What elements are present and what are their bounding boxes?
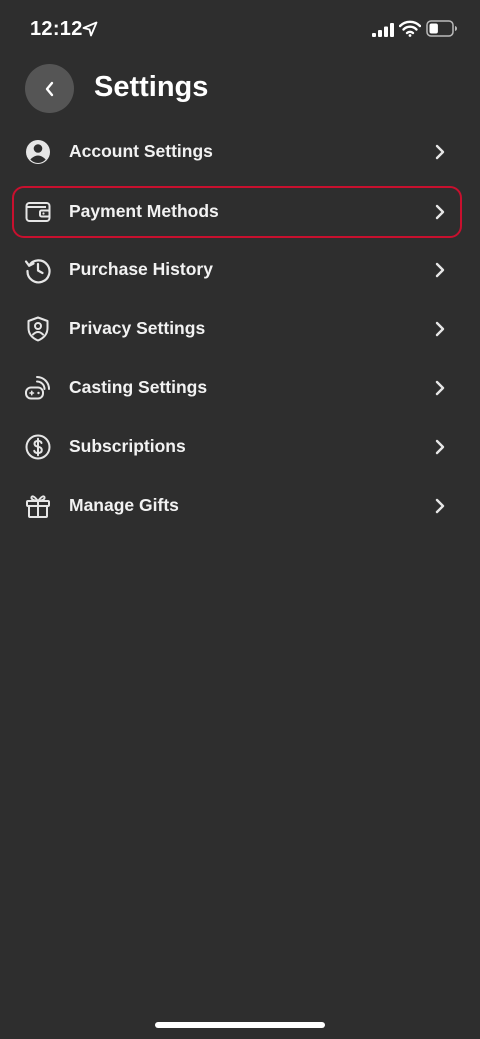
- chevron-right-icon: [435, 262, 445, 278]
- status-time: 12:12: [30, 18, 83, 40]
- location-arrow-icon: [82, 21, 98, 37]
- chevron-right-icon: [435, 321, 445, 337]
- shield-person-icon: [27, 316, 49, 342]
- menu-item-casting-settings[interactable]: Casting Settings: [12, 362, 462, 414]
- status-bar: 12:12: [0, 0, 480, 60]
- person-circle-icon: [26, 140, 50, 164]
- chevron-right-icon: [435, 204, 445, 220]
- page-title: Settings: [94, 71, 209, 103]
- battery-icon: [426, 20, 457, 37]
- menu-item-payment-methods[interactable]: Payment Methods: [12, 186, 462, 238]
- chevron-right-icon: [435, 380, 445, 396]
- chevron-left-icon: [45, 81, 53, 96]
- header: Settings: [0, 60, 480, 120]
- menu-item-purchase-history[interactable]: Purchase History: [12, 244, 462, 296]
- menu-item-label: Privacy Settings: [69, 318, 206, 338]
- menu-item-manage-gifts[interactable]: Manage Gifts: [12, 480, 462, 532]
- menu-item-label: Account Settings: [69, 141, 213, 161]
- menu-item-label: Subscriptions: [69, 436, 186, 456]
- menu-item-privacy-settings[interactable]: Privacy Settings: [12, 303, 462, 355]
- chevron-right-icon: [435, 439, 445, 455]
- back-button[interactable]: [25, 64, 74, 113]
- menu-item-label: Manage Gifts: [69, 495, 179, 515]
- menu-item-label: Payment Methods: [69, 201, 219, 221]
- menu-item-account-settings[interactable]: Account Settings: [12, 126, 462, 178]
- gift-icon: [26, 495, 50, 518]
- chevron-right-icon: [435, 144, 445, 160]
- dollar-circle-icon: [25, 434, 51, 460]
- menu-item-subscriptions[interactable]: Subscriptions: [12, 421, 462, 473]
- chevron-right-icon: [435, 498, 445, 514]
- home-indicator[interactable]: [155, 1022, 325, 1028]
- menu-item-label: Casting Settings: [69, 377, 208, 397]
- cast-gamepad-icon: [25, 376, 50, 400]
- cellular-signal-icon: [372, 23, 394, 37]
- wallet-icon: [25, 202, 51, 222]
- menu-item-label: Purchase History: [69, 259, 213, 279]
- history-clock-icon: [24, 259, 51, 284]
- wifi-icon: [399, 20, 421, 37]
